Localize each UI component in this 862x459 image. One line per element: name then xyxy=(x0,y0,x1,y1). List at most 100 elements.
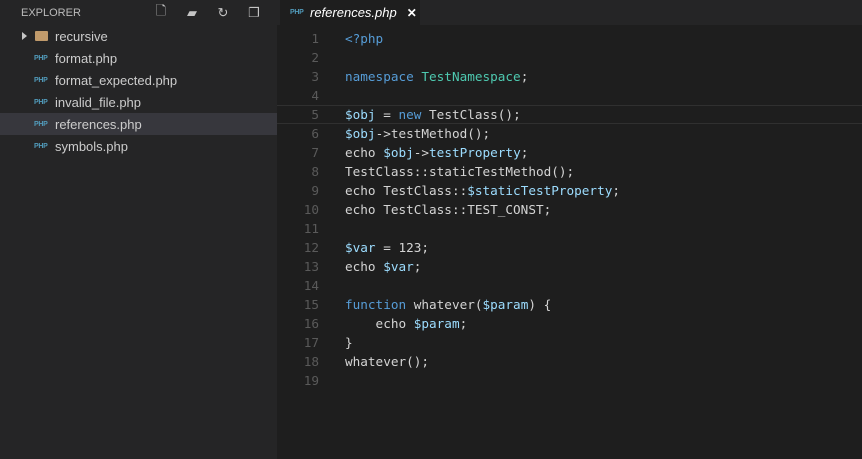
code-token: echo xyxy=(345,259,384,274)
code-token: } xyxy=(345,335,353,350)
file-item[interactable]: PHP references.php xyxy=(0,113,277,135)
code-line: 1 <?php xyxy=(277,29,862,48)
code-token: <?php xyxy=(345,31,384,46)
code-token: TestNamespace xyxy=(421,69,521,84)
code-token: ; xyxy=(520,145,529,160)
item-label: symbols.php xyxy=(55,138,128,154)
code-token: $var xyxy=(345,240,376,255)
line-code: TestClass::staticTestMethod(); xyxy=(345,162,574,181)
code-line: 14 xyxy=(277,276,862,295)
code-line: 6 $obj->testMethod(); xyxy=(277,124,862,143)
chevron-right-icon[interactable] xyxy=(22,32,27,40)
code-token: testProperty xyxy=(429,145,521,160)
line-code: whatever(); xyxy=(345,352,429,371)
code-token: ; xyxy=(612,183,620,198)
code-token: echo TestClass:: xyxy=(345,183,468,198)
code-token: ) { xyxy=(528,297,552,312)
line-code: $obj->testMethod(); xyxy=(345,124,490,143)
file-tree: recursive PHP format.php PHP format_expected… xyxy=(0,25,277,157)
code-token: TestClass::staticTestMethod(); xyxy=(345,164,575,179)
code-line: 17} xyxy=(277,333,862,352)
code-line: 13 echo $var; xyxy=(277,257,862,276)
line-code: $var = 123; xyxy=(345,238,429,257)
code-token: ; xyxy=(459,316,468,331)
file-item[interactable]: PHP invalid_file.php xyxy=(0,91,277,113)
line-code: echo $obj->testProperty; xyxy=(345,143,528,162)
line-number: 14 xyxy=(303,278,319,293)
line-code: <?php xyxy=(345,29,383,48)
code-token: -> xyxy=(413,145,430,160)
code-line: 3 namespace TestNamespace; xyxy=(277,67,862,86)
line-number: 1 xyxy=(311,31,319,46)
line-number: 12 xyxy=(303,240,319,255)
line-number: 11 xyxy=(303,221,319,236)
line-number: 9 xyxy=(311,183,319,198)
line-number: 18 xyxy=(303,354,319,369)
tab-references-php[interactable]: PHP references.php ✕ xyxy=(280,0,420,25)
code-line: 8 TestClass::staticTestMethod(); xyxy=(277,162,862,181)
line-number: 5 xyxy=(311,107,319,122)
line-number: 17 xyxy=(303,335,319,350)
line-number: 6 xyxy=(311,126,319,141)
code-token: ; xyxy=(413,259,422,274)
tab-bar: PHP references.php ✕ xyxy=(277,0,862,25)
folder-item[interactable]: recursive xyxy=(0,25,277,47)
code-token: $obj xyxy=(383,145,414,160)
code-token: TestClass(); xyxy=(421,107,521,122)
file-item[interactable]: PHP format_expected.php xyxy=(0,69,277,91)
file-item[interactable]: PHP format.php xyxy=(0,47,277,69)
line-number: 10 xyxy=(303,202,319,217)
line-code: echo TestClass::TEST_CONST; xyxy=(345,200,551,219)
code-line: 18 whatever(); xyxy=(277,352,862,371)
code-token: echo xyxy=(345,316,414,331)
code-line: 4 xyxy=(277,86,862,105)
line-code: namespace TestNamespace; xyxy=(345,67,528,86)
code-line: 16 echo $param; xyxy=(277,314,862,333)
item-label: format_expected.php xyxy=(55,72,178,88)
code-token: echo TestClass::TEST_CONST; xyxy=(345,202,552,217)
line-number: 16 xyxy=(303,316,319,331)
code-token: whatever( xyxy=(406,297,483,312)
line-code: echo $var; xyxy=(345,257,421,276)
code-token: $obj xyxy=(345,126,376,141)
close-icon[interactable]: ✕ xyxy=(407,6,417,20)
line-code: function whatever($param) { xyxy=(345,295,551,314)
php-file-icon: PHP xyxy=(34,98,48,106)
code-token: ->testMethod(); xyxy=(375,126,491,141)
code-token: $staticTestProperty xyxy=(467,183,613,198)
code-line: 12 $var = 123; xyxy=(277,238,862,257)
explorer-header: EXPLORER 🗋 ▰ ↻ ❐ xyxy=(0,0,277,25)
new-file-icon[interactable]: 🗋 xyxy=(153,3,169,21)
code-editor[interactable]: 1 <?php 2 3 namespace TestNamespace; 4 5 $obj =… xyxy=(277,25,862,459)
code-token: function xyxy=(345,297,407,312)
php-file-icon: PHP xyxy=(34,54,48,62)
code-line: 19 xyxy=(277,371,862,390)
line-number: 2 xyxy=(311,50,319,65)
folder-icon xyxy=(35,31,48,41)
line-number: 3 xyxy=(311,69,319,84)
new-folder-icon[interactable]: ▰ xyxy=(184,5,200,21)
code-token: = 123; xyxy=(375,240,430,255)
line-number: 13 xyxy=(303,259,319,274)
refresh-icon[interactable]: ↻ xyxy=(215,5,231,21)
collapse-all-icon[interactable]: ❐ xyxy=(246,5,262,21)
code-token: whatever(); xyxy=(345,354,430,369)
code-token: echo xyxy=(345,145,384,160)
code-token: ; xyxy=(520,69,529,84)
line-code: echo $param; xyxy=(345,314,468,333)
php-file-icon: PHP xyxy=(290,9,304,16)
code-line: 10 echo TestClass::TEST_CONST; xyxy=(277,200,862,219)
file-item[interactable]: PHP symbols.php xyxy=(0,135,277,157)
code-line: 2 xyxy=(277,48,862,67)
code-token: $param xyxy=(482,297,529,312)
code-token: namespace xyxy=(345,69,422,84)
code-token: $var xyxy=(383,259,414,274)
code-line: 5 $obj = new TestClass(); xyxy=(277,105,862,124)
code-line: 11 xyxy=(277,219,862,238)
line-code: echo TestClass::$staticTestProperty; xyxy=(345,181,620,200)
tab-label: references.php xyxy=(310,5,397,20)
line-number: 19 xyxy=(303,373,319,388)
code-line: 15 function whatever($param) { xyxy=(277,295,862,314)
code-token: = xyxy=(375,107,399,122)
line-number: 4 xyxy=(311,88,319,103)
